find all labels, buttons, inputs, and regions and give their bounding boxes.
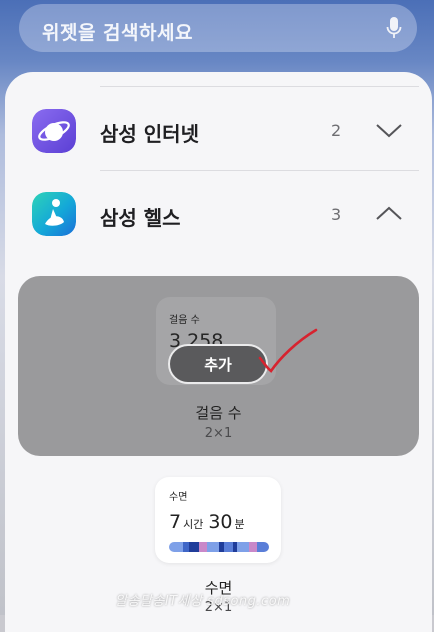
search-input[interactable]: 위젯을 검색하세요	[42, 18, 193, 45]
chevron-down-icon[interactable]	[375, 123, 403, 139]
sleep-stage-bar	[169, 542, 269, 552]
widget-count: 3	[331, 205, 342, 224]
sleep-minutes: 30	[208, 511, 233, 533]
red-check-annotation	[258, 328, 318, 373]
widget-preview-label: 수면	[169, 492, 188, 503]
samsung-internet-icon	[32, 109, 76, 153]
widget-count: 2	[331, 121, 342, 140]
add-widget-button[interactable]: 추가	[168, 344, 268, 384]
sleep-hours: 7	[169, 511, 182, 533]
divider	[100, 170, 419, 171]
sleep-hours-unit: 시간	[183, 518, 204, 531]
widget-name: 걸음 수	[195, 404, 242, 422]
widget-search-bar[interactable]: 위젯을 검색하세요	[19, 4, 417, 52]
sleep-widget-preview[interactable]: 수면 7 시간 30 분	[155, 477, 281, 563]
sleep-duration: 7 시간 30 분	[169, 511, 250, 533]
samsung-health-icon	[32, 192, 76, 236]
app-row-samsung-internet[interactable]: 삼성 인터넷 2	[5, 96, 432, 166]
widget-preview-selected[interactable]: 걸음 수 3,258 추가 걸음 수 2×1	[18, 276, 419, 456]
divider	[100, 86, 419, 87]
widget-preview-label: 걸음 수	[169, 315, 200, 326]
widget-size: 2×1	[204, 426, 233, 441]
sleep-minutes-unit: 분	[234, 518, 245, 531]
mic-icon[interactable]	[386, 16, 402, 40]
chevron-up-icon[interactable]	[375, 205, 403, 221]
widget-list-sheet[interactable]: 삼성 인터넷 2 삼성 헬스 3 걸음 수 3,258 추가 걸음 수 2×1 …	[5, 72, 432, 632]
app-name: 삼성 헬스	[100, 206, 181, 230]
app-name: 삼성 인터넷	[100, 122, 199, 146]
watermark: 알송달송IT세상 sdsong.com	[115, 594, 291, 609]
app-row-samsung-health[interactable]: 삼성 헬스 3	[5, 180, 432, 250]
